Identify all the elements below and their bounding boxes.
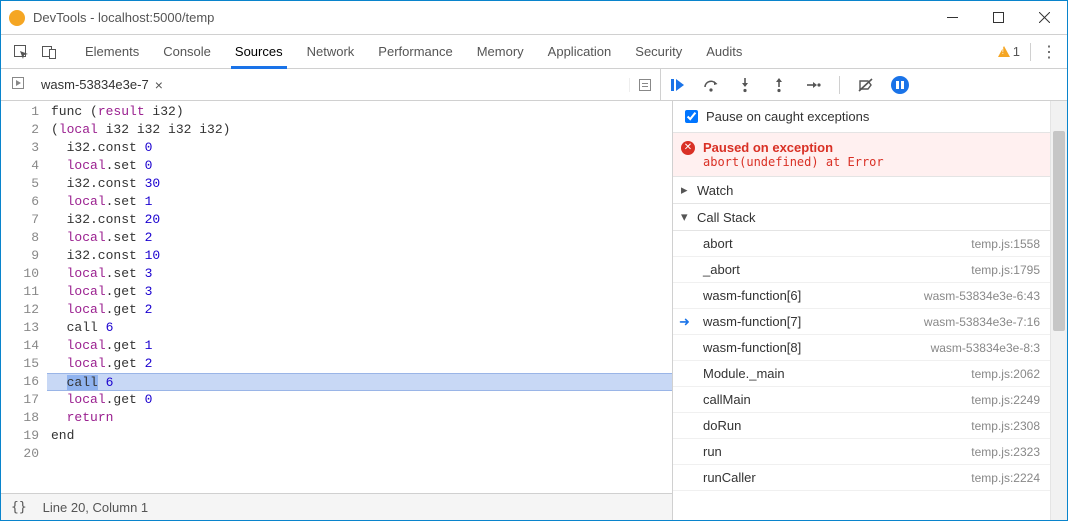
pause-on-caught-checkbox[interactable] <box>685 110 698 123</box>
callstack-frame[interactable]: doRuntemp.js:2308 <box>673 413 1050 439</box>
window-title: DevTools - localhost:5000/temp <box>33 10 929 25</box>
frame-function: run <box>703 444 971 459</box>
frame-location: wasm-53834e3e-6:43 <box>924 289 1040 303</box>
debugger-toolbar <box>660 69 1067 100</box>
frame-location: temp.js:1558 <box>971 237 1040 251</box>
callstack-frame[interactable]: ➜ wasm-function[7]wasm-53834e3e-7:16 <box>673 309 1050 335</box>
deactivate-breakpoints-button[interactable] <box>856 77 876 93</box>
frame-function: runCaller <box>703 470 971 485</box>
watch-section-header[interactable]: ▸ Watch <box>673 177 1050 204</box>
frame-function: doRun <box>703 418 971 433</box>
callstack-frame[interactable]: callMaintemp.js:2249 <box>673 387 1050 413</box>
window-titlebar: DevTools - localhost:5000/temp <box>1 1 1067 34</box>
inspect-element-icon[interactable] <box>7 35 35 68</box>
frame-function: _abort <box>703 262 971 277</box>
error-icon: ✕ <box>681 141 695 155</box>
step-into-button[interactable] <box>735 77 755 93</box>
tab-network[interactable]: Network <box>295 35 367 68</box>
device-toggle-icon[interactable] <box>35 35 63 68</box>
step-button[interactable] <box>803 77 823 93</box>
callstack-frame[interactable]: runCallertemp.js:2224 <box>673 465 1050 491</box>
callstack-frame[interactable]: _aborttemp.js:1795 <box>673 257 1050 283</box>
frame-function: callMain <box>703 392 971 407</box>
tab-audits[interactable]: Audits <box>694 35 754 68</box>
cursor-position: Line 20, Column 1 <box>43 500 149 515</box>
file-tab[interactable]: wasm-53834e3e-7 × <box>31 77 173 93</box>
close-tab-icon[interactable]: × <box>155 77 163 93</box>
warning-count: 1 <box>1013 44 1020 59</box>
frame-location: temp.js:1795 <box>971 263 1040 277</box>
frame-function: wasm-function[7] <box>703 314 924 329</box>
pause-on-caught-row[interactable]: Pause on caught exceptions <box>673 101 1050 133</box>
exception-title: Paused on exception <box>703 140 833 155</box>
toggle-pause-icon[interactable] <box>5 76 31 93</box>
window-minimize-button[interactable] <box>929 1 975 34</box>
callstack-section-label: Call Stack <box>697 210 756 225</box>
watch-section-label: Watch <box>697 183 733 198</box>
tab-elements[interactable]: Elements <box>73 35 151 68</box>
frame-location: temp.js:2062 <box>971 367 1040 381</box>
current-frame-icon: ➜ <box>679 314 690 330</box>
warnings-badge[interactable]: 1 <box>998 44 1020 59</box>
frame-location: temp.js:2224 <box>971 471 1040 485</box>
frame-location: wasm-53834e3e-7:16 <box>924 315 1040 329</box>
step-out-button[interactable] <box>769 77 789 93</box>
frame-function: wasm-function[6] <box>703 288 924 303</box>
callstack-frame[interactable]: aborttemp.js:1558 <box>673 231 1050 257</box>
frame-location: wasm-53834e3e-8:3 <box>931 341 1040 355</box>
window-close-button[interactable] <box>1021 1 1067 34</box>
devtools-icon <box>9 10 25 26</box>
line-gutter: 1234567891011121314151617181920 <box>1 101 47 493</box>
tab-security[interactable]: Security <box>623 35 694 68</box>
frame-location: temp.js:2249 <box>971 393 1040 407</box>
callstack-frame[interactable]: runtemp.js:2323 <box>673 439 1050 465</box>
callstack-section-header[interactable]: ▾ Call Stack <box>673 204 1050 231</box>
code-editor[interactable]: func (result i32)(local i32 i32 i32 i32)… <box>47 101 672 493</box>
tab-memory[interactable]: Memory <box>465 35 536 68</box>
exception-detail: abort(undefined) at Error <box>703 155 1042 169</box>
file-tab-name: wasm-53834e3e-7 <box>41 77 149 92</box>
warning-icon <box>998 46 1010 57</box>
tab-console[interactable]: Console <box>151 35 223 68</box>
callstack-frame[interactable]: Module._maintemp.js:2062 <box>673 361 1050 387</box>
more-menu-button[interactable]: ⋮ <box>1037 42 1061 62</box>
scrollbar-thumb[interactable] <box>1053 131 1065 331</box>
pause-on-exceptions-button[interactable] <box>890 76 910 94</box>
callstack-frame[interactable]: wasm-function[6]wasm-53834e3e-6:43 <box>673 283 1050 309</box>
frame-location: temp.js:2308 <box>971 419 1040 433</box>
tab-application[interactable]: Application <box>536 35 624 68</box>
step-over-button[interactable] <box>701 77 721 93</box>
tab-performance[interactable]: Performance <box>366 35 464 68</box>
tab-sources[interactable]: Sources <box>223 35 295 68</box>
main-tabstrip: ElementsConsoleSourcesNetworkPerformance… <box>1 34 1067 69</box>
frame-function: abort <box>703 236 971 251</box>
pause-on-caught-label: Pause on caught exceptions <box>706 109 869 124</box>
chevron-down-icon: ▾ <box>681 209 691 225</box>
chevron-right-icon: ▸ <box>681 182 691 198</box>
editor-statusbar: {} Line 20, Column 1 <box>1 493 672 520</box>
resume-button[interactable] <box>667 77 687 93</box>
window-maximize-button[interactable] <box>975 1 1021 34</box>
pretty-print-icon[interactable]: {} <box>11 500 27 515</box>
sidebar-scrollbar[interactable] <box>1050 101 1067 520</box>
paused-exception-banner: ✕ Paused on exception abort(undefined) a… <box>673 133 1050 177</box>
callstack-frame[interactable]: wasm-function[8]wasm-53834e3e-8:3 <box>673 335 1050 361</box>
frame-location: temp.js:2323 <box>971 445 1040 459</box>
frame-function: wasm-function[8] <box>703 340 931 355</box>
more-tabs-icon[interactable] <box>629 78 660 92</box>
frame-function: Module._main <box>703 366 971 381</box>
